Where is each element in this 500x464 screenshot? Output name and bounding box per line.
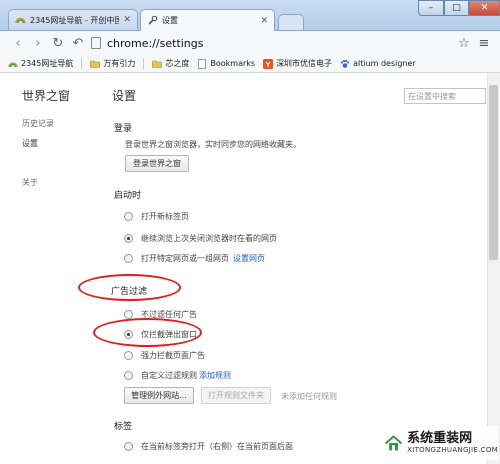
bookmark-label: Bookmarks xyxy=(210,59,256,68)
option-label: 强力拦截页面广告 xyxy=(141,351,205,360)
bookmark-altium[interactable]: altium designer xyxy=(340,59,416,69)
page-icon xyxy=(198,58,207,69)
bookmark-youxin[interactable]: 深圳市优信电子 xyxy=(263,58,332,69)
sidebar-title: 世界之窗 xyxy=(22,89,71,103)
wrench-icon xyxy=(148,15,158,25)
section-header-tabs: 标签 xyxy=(114,422,133,432)
bookmark-separator xyxy=(143,58,145,69)
menu-icon[interactable]: ≡ xyxy=(476,35,492,51)
sidebar-item-history[interactable]: 历史记录 xyxy=(22,118,54,129)
bookmark-label: 2345网址导航 xyxy=(21,59,74,68)
bookmark-star-icon[interactable]: ☆ xyxy=(456,35,472,51)
option-label: 在当前标签旁打开（右侧）在当前页面后面 xyxy=(141,442,293,451)
add-rule-link[interactable]: 添加规则 xyxy=(199,370,231,381)
option-label: 自定义过滤规则 xyxy=(141,371,197,380)
section-header-login: 登录 xyxy=(114,124,133,134)
folder-icon xyxy=(90,60,101,68)
close-window-button[interactable]: ✕ xyxy=(469,0,500,16)
option-label: 打开新标签页 xyxy=(141,212,189,221)
radio-button[interactable] xyxy=(124,371,133,380)
bookmarks-bar: 2345网址导航 万有引力 芯之度 Bookmarks 深圳市优信电子 alti… xyxy=(0,55,500,73)
bookmark-folder-xinzhidu[interactable]: 芯之度 xyxy=(152,58,189,69)
login-description: 登录世界之窗浏览器，实时同步您的网络收藏夹。 xyxy=(125,140,301,149)
section-header-startup: 启动时 xyxy=(114,191,142,201)
adfilter-option-strong[interactable]: 强力拦截页面广告 xyxy=(124,350,205,361)
watermark-url: XITONGZHUANGJIE.COM xyxy=(407,446,498,454)
house-logo-icon xyxy=(385,435,402,451)
rainbow-icon xyxy=(8,61,18,67)
option-label: 继续浏览上次关闭浏览器时在看的网页 xyxy=(141,234,277,243)
watermark: 系统重装网 XITONGZHUANGJIE.COM xyxy=(380,426,498,460)
bookmark-label: 芯之度 xyxy=(165,59,190,68)
radio-button[interactable] xyxy=(124,234,133,243)
address-bar[interactable]: chrome://settings xyxy=(91,33,476,53)
bookmark-label: 深圳市优信电子 xyxy=(276,59,333,68)
reload-button[interactable]: ↻ xyxy=(50,35,66,51)
manage-exceptions-button[interactable]: 管理例外网站... xyxy=(124,387,194,404)
tab-settings[interactable]: 设置 ✕ xyxy=(140,9,275,31)
bookmark-folder-wanyouyinli[interactable]: 万有引力 xyxy=(90,58,135,69)
new-tab-button[interactable] xyxy=(278,14,304,30)
no-rules-text: 未添加任何规则 xyxy=(281,392,337,401)
tab-2345[interactable]: 2345网址导航 - 开创中国 ✕ xyxy=(8,9,138,30)
back-button[interactable]: ‹ xyxy=(10,35,26,51)
radio-button[interactable] xyxy=(124,442,133,451)
minimize-button[interactable]: – xyxy=(418,0,444,16)
option-label: 打开特定网页或一组网页 xyxy=(141,254,229,263)
tab-close-icon[interactable]: ✕ xyxy=(260,16,268,26)
watermark-title: 系统重装网 xyxy=(407,431,473,446)
radio-button[interactable] xyxy=(124,212,133,221)
set-pages-link[interactable]: 设置网页 xyxy=(233,253,265,264)
tabs-option-partial[interactable]: 在当前标签旁打开（右侧）在当前页面后面 xyxy=(124,441,293,452)
tab-title: 2345网址导航 - 开创中国 xyxy=(30,15,120,25)
undo-close-tab-button[interactable]: ↶ xyxy=(70,35,86,51)
youxin-icon xyxy=(263,58,274,69)
bookmark-separator xyxy=(81,58,83,69)
adfilter-option-custom[interactable]: 自定义过滤规则 添加规则 xyxy=(124,370,231,381)
radio-button[interactable] xyxy=(124,254,133,263)
rainbow-icon xyxy=(15,17,26,23)
login-button[interactable]: 登录世界之窗 xyxy=(125,155,189,172)
url-text: chrome://settings xyxy=(107,36,204,50)
maximize-button[interactable]: □ xyxy=(444,0,469,16)
page-icon xyxy=(91,37,101,49)
page-title: 设置 xyxy=(112,89,137,103)
bookmark-bookmarks[interactable]: Bookmarks xyxy=(197,58,256,69)
tab-close-icon[interactable]: ✕ xyxy=(123,15,131,25)
forward-button[interactable]: › xyxy=(30,35,46,51)
annotation-ellipse-popups xyxy=(93,318,202,347)
radio-button[interactable] xyxy=(124,351,133,360)
bookmark-label: 万有引力 xyxy=(103,59,136,68)
bookmark-label: altium designer xyxy=(353,59,416,68)
tab-title: 设置 xyxy=(162,16,178,25)
sidebar-item-about[interactable]: 关于 xyxy=(22,177,38,188)
startup-option-newtab[interactable]: 打开新标签页 xyxy=(124,211,189,222)
bookmark-2345[interactable]: 2345网址导航 xyxy=(8,58,73,69)
scrollbar-thumb[interactable] xyxy=(489,85,498,260)
folder-icon xyxy=(152,60,163,68)
startup-option-continue[interactable]: 继续浏览上次关闭浏览器时在看的网页 xyxy=(124,233,277,244)
settings-search-input[interactable]: 在设置中搜索 xyxy=(404,88,486,104)
startup-option-specific[interactable]: 打开特定网页或一组网页 设置网页 xyxy=(124,253,265,264)
paw-icon xyxy=(340,59,350,68)
open-rules-folder-button[interactable]: 打开规则文件夹 xyxy=(201,387,271,404)
annotation-ellipse-adfilter xyxy=(78,274,181,301)
sidebar-item-settings[interactable]: 设置 xyxy=(22,138,38,149)
